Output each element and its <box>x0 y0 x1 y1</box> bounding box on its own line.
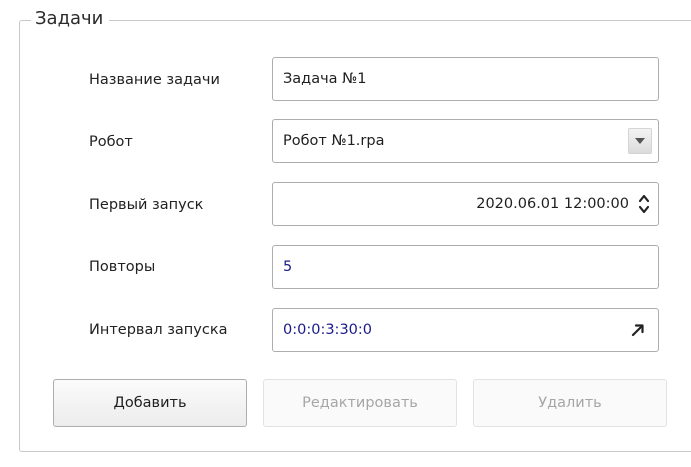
robot-select[interactable]: Робот №1.rpa <box>272 119 659 163</box>
task-name-value: Задача №1 <box>283 71 367 87</box>
first-run-value: 2020.06.01 12:00:00 <box>476 196 629 212</box>
repeats-value: 5 <box>283 259 293 275</box>
interval-input[interactable]: 0:0:0:3:30:0 <box>272 308 659 352</box>
delete-button[interactable]: Удалить <box>473 379 667 427</box>
interval-value: 0:0:0:3:30:0 <box>283 322 373 338</box>
robot-label: Робот <box>89 134 133 150</box>
group-title: Задачи <box>31 7 110 31</box>
interval-label: Интервал запуска <box>89 322 228 338</box>
dropdown-button[interactable] <box>628 128 652 154</box>
edit-button[interactable]: Редактировать <box>263 379 457 427</box>
add-button[interactable]: Добавить <box>53 379 247 427</box>
first-run-datetime-input[interactable]: 2020.06.01 12:00:00 <box>272 182 659 226</box>
repeats-input[interactable]: 5 <box>272 245 659 289</box>
task-name-input[interactable]: Задача №1 <box>272 57 659 101</box>
triangle-down-icon <box>635 138 645 144</box>
robot-value: Робот №1.rpa <box>283 133 385 149</box>
repeats-label: Повторы <box>89 259 156 275</box>
up-down-chevron-icon[interactable] <box>637 192 651 216</box>
task-name-label: Название задачи <box>89 72 220 88</box>
first-run-label: Первый запуск <box>89 197 204 213</box>
diagonal-arrow-icon[interactable] <box>630 322 646 338</box>
